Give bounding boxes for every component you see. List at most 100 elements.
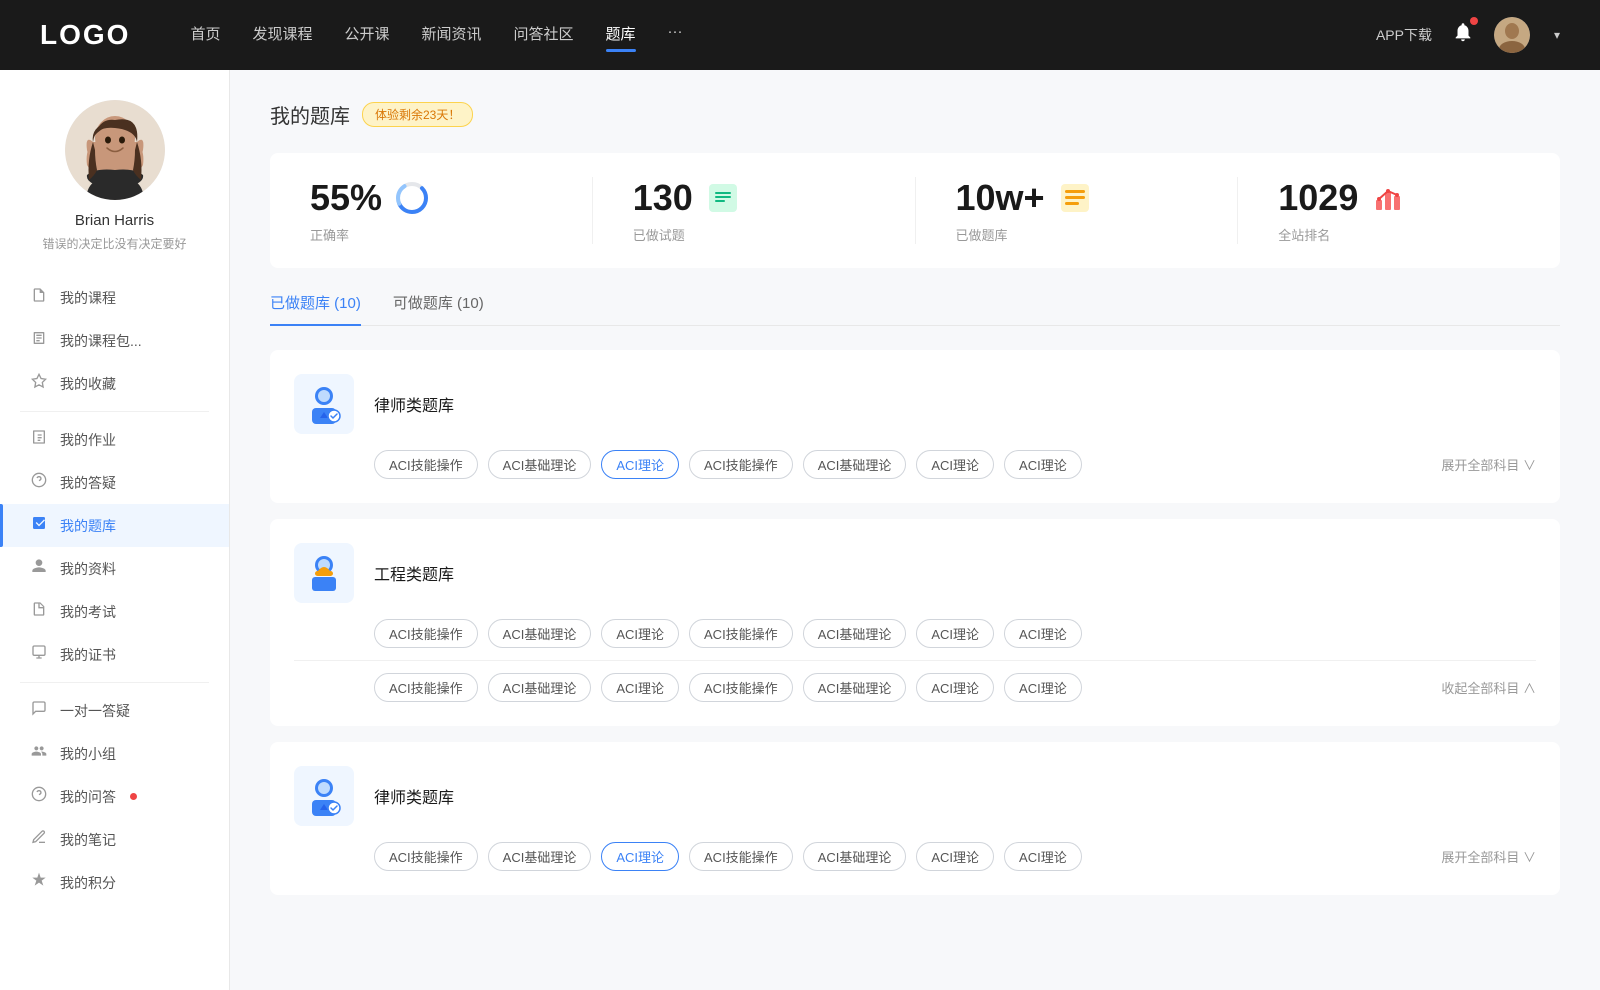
tag-1[interactable]: ACI基础理论 bbox=[488, 450, 592, 479]
nav-question-bank[interactable]: 题库 bbox=[606, 23, 636, 48]
eng-tag-r2-1[interactable]: ACI基础理论 bbox=[488, 673, 592, 702]
qa-icon bbox=[30, 472, 48, 493]
page-header: 我的题库 体验剩余23天！ bbox=[270, 100, 1560, 129]
sidebar-item-qa[interactable]: 我的答疑 bbox=[0, 461, 229, 504]
nav-home[interactable]: 首页 bbox=[190, 23, 220, 48]
eng-tag-r2-5[interactable]: ACI理论 bbox=[916, 673, 994, 702]
sidebar-item-certificate[interactable]: 我的证书 bbox=[0, 633, 229, 676]
tab-done[interactable]: 已做题库 (10) bbox=[270, 292, 361, 325]
nav-qa[interactable]: 问答社区 bbox=[514, 23, 574, 48]
sidebar-divider-2 bbox=[20, 682, 209, 683]
tag-5[interactable]: ACI理论 bbox=[916, 450, 994, 479]
tag-4[interactable]: ACI基础理论 bbox=[803, 450, 907, 479]
bank-engineer-icon bbox=[294, 543, 354, 603]
sidebar-item-tutoring-label: 一对一答疑 bbox=[60, 701, 130, 721]
tag-2-active[interactable]: ACI理论 bbox=[601, 450, 679, 479]
stat-done-questions-label: 已做试题 bbox=[633, 225, 685, 244]
sidebar-item-favorites[interactable]: 我的收藏 bbox=[0, 362, 229, 405]
certificate-icon bbox=[30, 644, 48, 665]
bank-lawyer-1: 律师类题库 ACI技能操作 ACI基础理论 ACI理论 ACI技能操作 ACI基… bbox=[270, 350, 1560, 503]
sidebar-item-profile[interactable]: 我的资料 bbox=[0, 547, 229, 590]
eng-tag-r1-5[interactable]: ACI理论 bbox=[916, 619, 994, 648]
bank-engineer-tags-row2: ACI技能操作 ACI基础理论 ACI理论 ACI技能操作 ACI基础理论 AC… bbox=[294, 673, 1536, 702]
stat-accuracy-top: 55% bbox=[310, 177, 430, 219]
nav-open-course[interactable]: 公开课 bbox=[344, 23, 389, 48]
tag-6[interactable]: ACI理论 bbox=[1004, 450, 1082, 479]
bank-lawyer-1-title: 律师类题库 bbox=[374, 392, 454, 416]
sidebar-item-points[interactable]: 我的积分 bbox=[0, 861, 229, 904]
law2-tag-1[interactable]: ACI基础理论 bbox=[488, 842, 592, 871]
nav-more[interactable]: ··· bbox=[668, 23, 683, 48]
law2-tag-4[interactable]: ACI基础理论 bbox=[803, 842, 907, 871]
nav-news[interactable]: 新闻资讯 bbox=[422, 23, 482, 48]
law2-tag-2-active[interactable]: ACI理论 bbox=[601, 842, 679, 871]
eng-tag-r2-4[interactable]: ACI基础理论 bbox=[803, 673, 907, 702]
sidebar-item-group-label: 我的小组 bbox=[60, 744, 116, 764]
tag-3[interactable]: ACI技能操作 bbox=[689, 450, 793, 479]
tab-available[interactable]: 可做题库 (10) bbox=[393, 292, 484, 325]
user-menu-chevron[interactable]: ▾ bbox=[1554, 28, 1560, 42]
eng-tag-r2-0[interactable]: ACI技能操作 bbox=[374, 673, 478, 702]
bell-button[interactable] bbox=[1452, 21, 1474, 49]
bank-lawyer-1-header: 律师类题库 bbox=[294, 374, 1536, 434]
user-avatar-nav[interactable] bbox=[1494, 17, 1530, 53]
eng-tag-r1-1[interactable]: ACI基础理论 bbox=[488, 619, 592, 648]
homework-icon bbox=[30, 429, 48, 450]
nav-links: 首页 发现课程 公开课 新闻资讯 问答社区 题库 ··· bbox=[190, 23, 1376, 48]
nav-discover[interactable]: 发现课程 bbox=[252, 23, 312, 48]
sidebar-item-exam[interactable]: 我的考试 bbox=[0, 590, 229, 633]
course-icon bbox=[30, 287, 48, 308]
tutoring-icon bbox=[30, 700, 48, 721]
law2-tag-3[interactable]: ACI技能操作 bbox=[689, 842, 793, 871]
stat-done-banks-value: 10w+ bbox=[956, 177, 1045, 219]
expand-lawyer-2[interactable]: 展开全部科目 ∨ bbox=[1441, 847, 1536, 866]
stat-ranking-label: 全站排名 bbox=[1278, 225, 1330, 244]
favorites-icon bbox=[30, 373, 48, 394]
stat-done-banks-top: 10w+ bbox=[956, 177, 1093, 219]
sidebar-item-course[interactable]: 我的课程 bbox=[0, 276, 229, 319]
page-title: 我的题库 bbox=[270, 100, 350, 129]
eng-tag-r2-3[interactable]: ACI技能操作 bbox=[689, 673, 793, 702]
sidebar-item-course-pack[interactable]: 我的课程包... bbox=[0, 319, 229, 362]
stat-done-questions-top: 130 bbox=[633, 177, 741, 219]
sidebar-item-profile-label: 我的资料 bbox=[60, 559, 116, 579]
sidebar-item-tutoring[interactable]: 一对一答疑 bbox=[0, 689, 229, 732]
eng-tag-r1-3[interactable]: ACI技能操作 bbox=[689, 619, 793, 648]
law2-tag-6[interactable]: ACI理论 bbox=[1004, 842, 1082, 871]
law2-tag-0[interactable]: ACI技能操作 bbox=[374, 842, 478, 871]
notification-badge bbox=[1470, 17, 1478, 25]
eng-tag-r1-4[interactable]: ACI基础理论 bbox=[803, 619, 907, 648]
sidebar-item-notes[interactable]: 我的笔记 bbox=[0, 818, 229, 861]
law2-tag-5[interactable]: ACI理论 bbox=[916, 842, 994, 871]
points-icon bbox=[30, 872, 48, 893]
sidebar-item-qa-label: 我的答疑 bbox=[60, 473, 116, 493]
stat-done-banks-label: 已做题库 bbox=[956, 225, 1008, 244]
collapse-engineer[interactable]: 收起全部科目 ∧ bbox=[1441, 678, 1536, 697]
eng-tag-r1-0[interactable]: ACI技能操作 bbox=[374, 619, 478, 648]
sidebar-item-question-bank-label: 我的题库 bbox=[60, 516, 116, 536]
sidebar-item-homework[interactable]: 我的作业 bbox=[0, 418, 229, 461]
eng-tag-r1-6[interactable]: ACI理论 bbox=[1004, 619, 1082, 648]
sidebar-item-favorites-label: 我的收藏 bbox=[60, 374, 116, 394]
sidebar-item-my-qa[interactable]: 我的问答 bbox=[0, 775, 229, 818]
expand-lawyer-1[interactable]: 展开全部科目 ∨ bbox=[1441, 455, 1536, 474]
course-pack-icon bbox=[30, 330, 48, 351]
sidebar: Brian Harris 错误的决定比没有决定要好 我的课程 我的课程包... … bbox=[0, 70, 230, 990]
pie-chart-icon bbox=[394, 180, 430, 216]
stat-accuracy-value: 55% bbox=[310, 177, 382, 219]
app-download-label[interactable]: APP下载 bbox=[1376, 25, 1432, 45]
ranking-chart-icon bbox=[1370, 180, 1406, 216]
stat-done-questions: 130 已做试题 bbox=[593, 177, 916, 244]
sidebar-item-course-label: 我的课程 bbox=[60, 288, 116, 308]
eng-tag-r2-6[interactable]: ACI理论 bbox=[1004, 673, 1082, 702]
eng-tag-r2-2[interactable]: ACI理论 bbox=[601, 673, 679, 702]
logo[interactable]: LOGO bbox=[40, 19, 130, 51]
bank-engineer: 工程类题库 ACI技能操作 ACI基础理论 ACI理论 ACI技能操作 ACI基… bbox=[270, 519, 1560, 726]
profile-icon bbox=[30, 558, 48, 579]
sidebar-item-question-bank[interactable]: 我的题库 bbox=[0, 504, 229, 547]
sidebar-item-group[interactable]: 我的小组 bbox=[0, 732, 229, 775]
sidebar-item-exam-label: 我的考试 bbox=[60, 602, 116, 622]
tag-0[interactable]: ACI技能操作 bbox=[374, 450, 478, 479]
eng-tag-r1-2[interactable]: ACI理论 bbox=[601, 619, 679, 648]
sidebar-item-certificate-label: 我的证书 bbox=[60, 645, 116, 665]
